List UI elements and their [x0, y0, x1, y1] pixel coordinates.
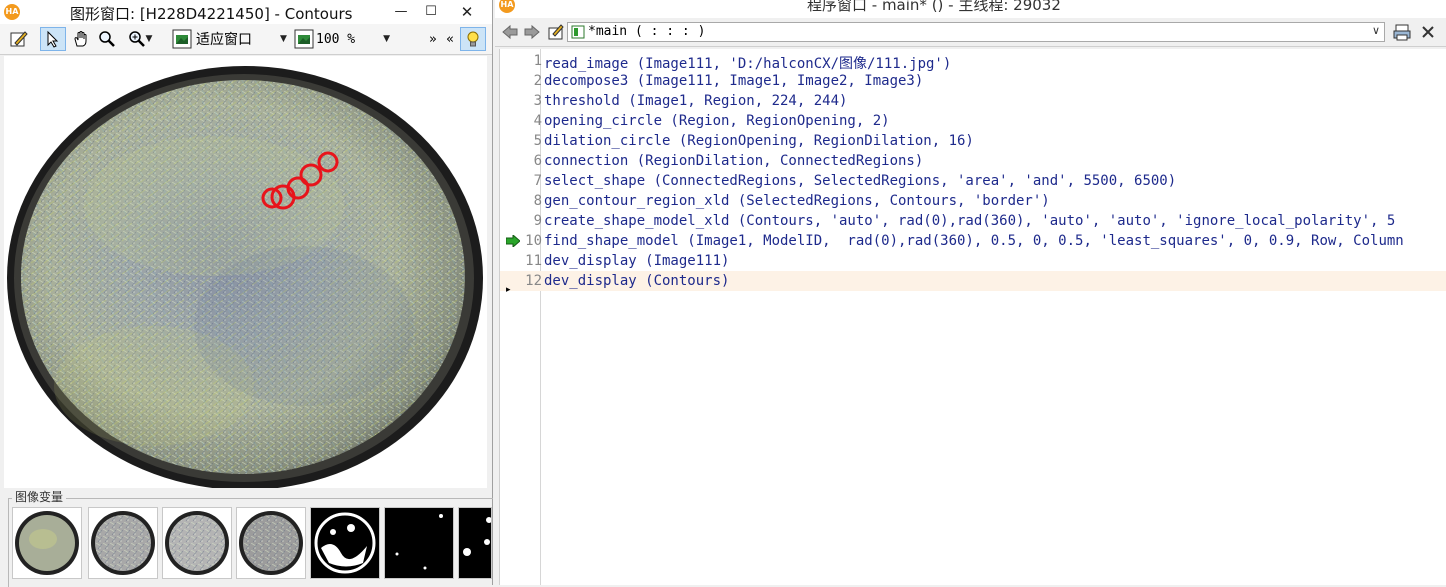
chevron-down-icon: ∨	[1371, 24, 1380, 37]
edit-icon[interactable]	[6, 27, 32, 51]
code-line[interactable]: 5 dilation_circle (RegionOpening, RegionD…	[500, 131, 1446, 151]
thumbnail-image111[interactable]	[12, 507, 82, 579]
image-display	[7, 66, 483, 488]
line-number: 6	[533, 153, 542, 169]
code-line[interactable]: 7 select_shape (ConnectedRegions, Selecte…	[500, 171, 1446, 191]
fit-window-icon	[172, 29, 192, 49]
zoom-icon	[294, 29, 314, 49]
line-number: 8	[533, 193, 542, 209]
procedure-name: *main ( : : : )	[588, 24, 706, 39]
line-number: 1	[533, 53, 542, 69]
overflow-button[interactable]: »	[426, 27, 440, 51]
close-icon[interactable]: ✕	[452, 0, 482, 24]
print-icon[interactable]	[1391, 20, 1413, 44]
forward-arrow-icon[interactable]	[521, 20, 543, 44]
code-line[interactable]: 10 find_shape_model (Image1, ModelID, rad…	[500, 231, 1446, 251]
thumbnail-image2[interactable]	[162, 507, 232, 579]
minimize-icon[interactable]: —	[386, 0, 416, 24]
image-variables-pane: 图像变量	[0, 488, 493, 587]
code-text: dev_display (Image111)	[544, 253, 730, 269]
procedure-icon	[571, 25, 585, 39]
code-line[interactable]: 3 threshold (Image1, Region, 224, 244)	[500, 91, 1446, 111]
code-line[interactable]: 2 decompose3 (Image111, Image1, Image2, I…	[500, 71, 1446, 91]
image-variables-label: 图像变量	[12, 488, 67, 505]
code-text: read_image (Image111, 'D:/halconCX/图像/11…	[544, 56, 952, 72]
line-number: 4	[533, 113, 542, 129]
thumbnail-regionopening[interactable]	[384, 507, 454, 579]
program-window: HA 程序窗口 - main* () - 主线程: 29032 *main ( …	[495, 0, 1446, 585]
edit-procedure-icon[interactable]	[545, 20, 567, 44]
line-number: 11	[525, 253, 542, 269]
code-text: select_shape (ConnectedRegions, Selected…	[544, 173, 1177, 189]
code-text: dilation_circle (RegionOpening, RegionDi…	[544, 133, 974, 149]
program-window-titlebar[interactable]: HA 程序窗口 - main* () - 主线程: 29032	[495, 0, 1446, 18]
fit-window-dropdown[interactable]: 适应窗口 ▼	[172, 27, 292, 51]
procedure-select[interactable]: *main ( : : : ) ∨	[567, 22, 1385, 42]
code-text: decompose3 (Image111, Image1, Image2, Im…	[544, 73, 924, 89]
code-line[interactable]: 9 create_shape_model_xld (Contours, 'auto…	[500, 211, 1446, 231]
chevron-down-icon: ▼	[145, 34, 153, 44]
line-number: 9	[533, 213, 542, 229]
chevron-down-icon: ▼	[383, 34, 391, 44]
line-number: 12	[525, 273, 542, 289]
zoom-value: 100 %	[316, 31, 356, 47]
code-line[interactable]: 6 connection (RegionDilation, ConnectedRe…	[500, 151, 1446, 171]
fit-window-label: 适应窗口	[196, 32, 252, 48]
chevron-down-icon: ▼	[280, 34, 287, 44]
thumbnail-region[interactable]	[310, 507, 380, 579]
zoom-tool-dropdown[interactable]: ▼	[120, 27, 160, 51]
code-line[interactable]: 4 opening_circle (Region, RegionOpening, …	[500, 111, 1446, 131]
maximize-icon[interactable]: ☐	[416, 0, 446, 24]
code-line[interactable]: 8 gen_contour_region_xld (SelectedRegions…	[500, 191, 1446, 211]
back-arrow-icon[interactable]	[499, 20, 521, 44]
thumbnail-connectedregions[interactable]	[458, 507, 492, 579]
graphics-window-title: 图形窗口: [H228D4221450] - Contours	[70, 5, 353, 23]
graphics-toolbar: ▼ 适应窗口 ▼ 100 % ▼ » «	[0, 24, 492, 55]
code-text: find_shape_model (Image1, ModelID, rad(0…	[544, 233, 1404, 249]
code-line[interactable]: 11 dev_display (Image111)	[500, 251, 1446, 271]
code-editor[interactable]: 1 read_image (Image111, 'D:/halconCX/图像/1…	[499, 49, 1446, 585]
graphics-canvas[interactable]	[4, 56, 487, 488]
program-toolbar: *main ( : : : ) ∨	[495, 18, 1446, 47]
zoom-dropdown[interactable]: 100 % ▼	[294, 27, 394, 51]
line-number: 5	[533, 133, 542, 149]
graphics-window: HA 图形窗口: [H228D4221450] - Contours — ☐ ✕…	[0, 0, 493, 587]
pointer-icon[interactable]	[40, 27, 66, 51]
line-number: 3	[533, 93, 542, 109]
line-number: 2	[533, 73, 542, 89]
pin-icon[interactable]	[1417, 20, 1439, 44]
code-text: gen_contour_region_xld (SelectedRegions,…	[544, 193, 1050, 209]
code-text: dev_display (Contours)	[544, 273, 730, 289]
lightbulb-icon[interactable]	[460, 27, 486, 51]
collapse-button[interactable]: «	[442, 27, 458, 51]
halcon-logo-icon: HA	[4, 4, 20, 20]
line-number: 7	[533, 173, 542, 189]
program-counter-icon	[506, 235, 520, 247]
code-text: connection (RegionDilation, ConnectedReg…	[544, 153, 924, 169]
thumbnail-image1[interactable]	[88, 507, 158, 579]
code-line[interactable]: 1 read_image (Image111, 'D:/halconCX/图像/1…	[500, 51, 1446, 72]
insert-cursor-icon: ▸	[506, 285, 511, 295]
magnifier-icon[interactable]	[94, 27, 120, 51]
thumbnail-image3[interactable]	[236, 507, 306, 579]
graphics-window-titlebar[interactable]: HA 图形窗口: [H228D4221450] - Contours — ☐ ✕	[0, 0, 492, 24]
program-window-title: 程序窗口 - main* () - 主线程: 29032	[807, 0, 1061, 14]
code-text: create_shape_model_xld (Contours, 'auto'…	[544, 213, 1396, 229]
code-text: threshold (Image1, Region, 224, 244)	[544, 93, 848, 109]
code-line[interactable]: 12 dev_display (Contours) ▸	[500, 271, 1446, 295]
code-text: opening_circle (Region, RegionOpening, 2…	[544, 113, 890, 129]
halcon-logo-icon: HA	[499, 0, 515, 13]
hand-icon[interactable]	[68, 27, 94, 51]
